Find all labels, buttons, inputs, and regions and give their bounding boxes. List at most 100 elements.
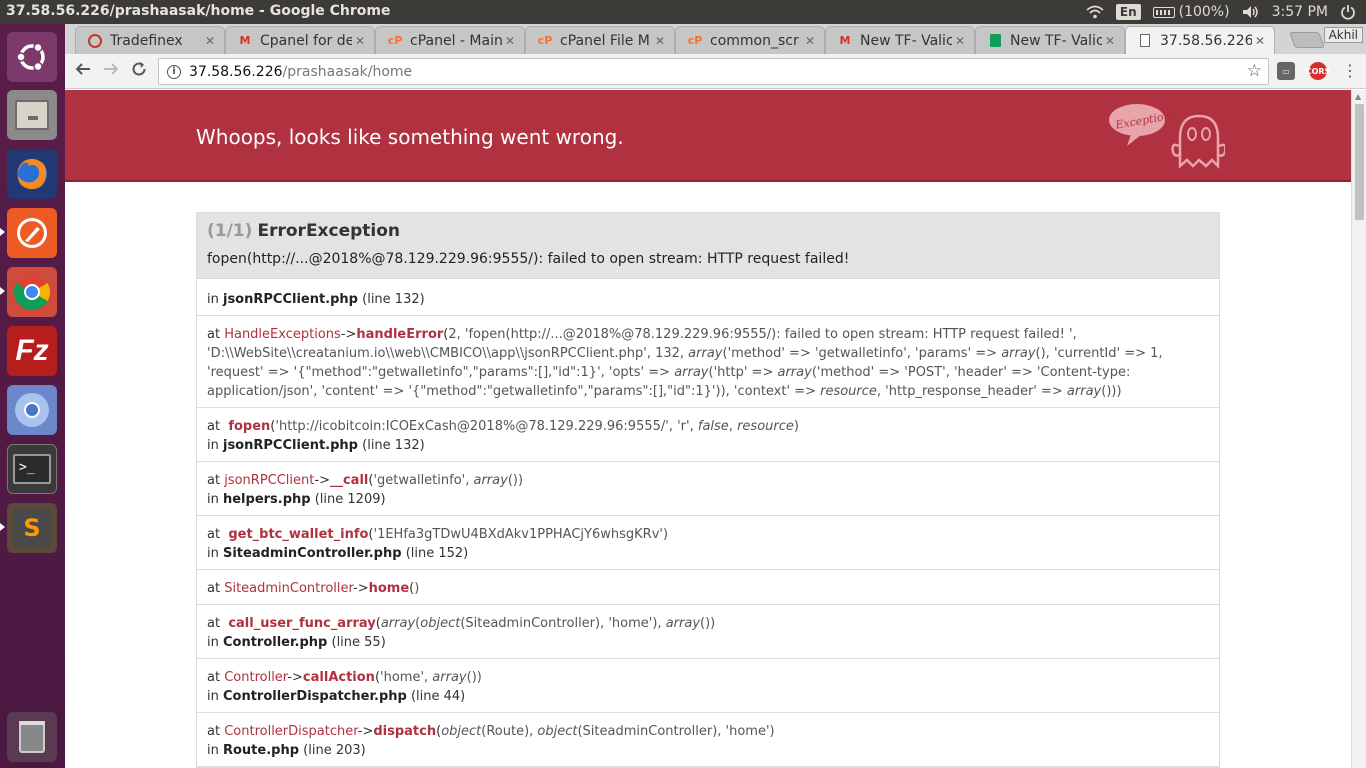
close-icon[interactable]: ✕ [502, 34, 518, 48]
close-icon[interactable]: ✕ [802, 34, 818, 48]
stack-frame: at fopen('http://icobitcoin:ICOExCash@20… [197, 408, 1219, 462]
stack-frame: at Controller->callAction('home', array(… [197, 659, 1219, 713]
sheets-icon [988, 34, 1002, 48]
tab[interactable]: Tradefinex ✕ [75, 26, 225, 54]
unity-launcher: Fz >_ S [0, 24, 65, 768]
stack-frame: in jsonRPCClient.php (line 132) [197, 279, 1219, 316]
close-icon[interactable]: ✕ [202, 34, 218, 48]
firefox-icon[interactable] [7, 149, 57, 199]
frame-args: ) [414, 581, 420, 596]
tab[interactable]: M Cpanel for de ✕ [225, 26, 375, 54]
battery-indicator[interactable]: (100%) [1152, 4, 1230, 20]
bookmark-star-icon[interactable]: ☆ [1247, 61, 1262, 81]
frame-file: jsonRPCClient.php [222, 292, 358, 307]
gmail-icon: M [239, 34, 251, 47]
frame-class: ControllerDispatcher [224, 724, 358, 739]
close-icon[interactable]: ✕ [652, 34, 668, 48]
page-scrollbar[interactable]: ▲ [1351, 90, 1366, 768]
error-heading: Whoops, looks like something went wrong. [196, 125, 624, 149]
frame-file: ControllerDispatcher.php [222, 689, 407, 704]
scroll-up-icon[interactable]: ▲ [1355, 92, 1361, 101]
new-tab-button[interactable] [1289, 32, 1325, 48]
page-icon [1138, 34, 1152, 48]
frame-args: 'home', array()) [380, 670, 482, 685]
close-icon[interactable]: ✕ [1102, 34, 1118, 48]
chromium-icon[interactable] [7, 385, 57, 435]
frame-file: jsonRPCClient.php [222, 438, 358, 453]
forward-button[interactable] [100, 60, 122, 82]
frame-function: dispatch [373, 724, 437, 739]
cpanel-icon: cP [537, 34, 553, 47]
extension-icon[interactable]: ▭ [1277, 62, 1295, 80]
exception-count: (1/1) [207, 221, 253, 241]
frame-args: 'getwalletinfo', array()) [373, 473, 524, 488]
wifi-icon[interactable] [1086, 5, 1104, 19]
exception-body: (1/1) ErrorException fopen(http://...@20… [65, 182, 1351, 768]
ubuntu-dash-icon[interactable] [7, 32, 57, 82]
tab-active[interactable]: 37.58.56.226/ ✕ [1125, 26, 1275, 54]
tab[interactable]: cP common_scr ✕ [675, 26, 825, 54]
frame-line: (line 132) [362, 438, 425, 453]
stack-frame: at get_btc_wallet_info('1EHfa3gTDwU4BXdA… [197, 516, 1219, 570]
cpanel-icon: cP [387, 34, 403, 47]
frame-line: (line 55) [331, 635, 386, 650]
frame-class: HandleExceptions [224, 327, 341, 342]
exception-class: ErrorException [257, 221, 401, 241]
info-icon[interactable]: i [167, 64, 181, 79]
menu-icon[interactable]: ⋮ [1339, 60, 1361, 82]
tab[interactable]: New TF- Valic ✕ [975, 26, 1125, 54]
tab[interactable]: M New TF- Valic ✕ [825, 26, 975, 54]
power-icon[interactable] [1340, 4, 1356, 20]
stack-frame: at HandleExceptions->handleError(2, 'fop… [197, 316, 1219, 408]
reload-button[interactable] [128, 60, 150, 82]
window-title: 37.58.56.226/prashaasak/home - Google Ch… [6, 3, 391, 19]
exception-message: fopen(http://...@2018%@78.129.229.96:955… [207, 251, 850, 267]
volume-icon[interactable] [1242, 5, 1260, 19]
url-path: /prashaasak/home [282, 63, 413, 80]
frame-args: 'http://icobitcoin:ICOExCash@2018%@78.12… [275, 419, 799, 434]
scrollbar-thumb[interactable] [1355, 104, 1364, 220]
close-icon[interactable]: ✕ [952, 34, 968, 48]
postman-icon[interactable] [0, 208, 57, 258]
keyboard-language-indicator[interactable]: En [1115, 4, 1141, 20]
exception-box: (1/1) ErrorException fopen(http://...@20… [196, 212, 1220, 768]
chrome-icon[interactable] [0, 267, 57, 317]
close-icon[interactable]: ✕ [1252, 34, 1268, 48]
tab[interactable]: cP cPanel - Main ✕ [375, 26, 525, 54]
files-icon[interactable] [7, 90, 57, 140]
battery-percent: (100%) [1178, 4, 1230, 20]
cors-extension-icon[interactable]: CORS [1306, 62, 1330, 80]
exception-ghost-icon: Exception! [1109, 104, 1225, 170]
frame-function: callAction [302, 670, 375, 685]
frame-function: fopen [228, 419, 271, 434]
tab-strip: Tradefinex ✕ M Cpanel for de ✕ cP cPanel… [65, 24, 1366, 54]
frame-class: Controller [224, 670, 288, 685]
stack-frame: at SiteadminController->home() [197, 570, 1219, 605]
back-arrow-icon [75, 63, 90, 75]
sublime-text-icon[interactable]: S [0, 503, 57, 553]
frame-function: handleError [356, 327, 444, 342]
trash-icon[interactable] [7, 712, 57, 762]
close-icon[interactable]: ✕ [352, 34, 368, 48]
frame-line: (line 44) [410, 689, 466, 704]
address-bar[interactable]: i 37.58.56.226/prashaasak/home ☆ [158, 58, 1269, 85]
stack-frame: at call_user_func_array(array(object(Sit… [197, 605, 1219, 659]
profile-button[interactable]: Akhil [1323, 27, 1363, 43]
frame-args: array(object(SiteadminController), 'home… [380, 616, 716, 631]
frame-args: '1EHfa3gTDwU4BXdAkv1PPHACjY6whsgKRv') [373, 527, 669, 542]
frame-class: jsonRPCClient [224, 473, 315, 488]
frame-line: (line 132) [362, 292, 425, 307]
url-host: 37.58.56.226 [189, 63, 283, 80]
browser-toolbar: i 37.58.56.226/prashaasak/home ☆ ▭ CORS … [65, 54, 1366, 89]
tab[interactable]: cP cPanel File M ✕ [525, 26, 675, 54]
clock[interactable]: 3:57 PM [1272, 4, 1328, 20]
page-viewport: Whoops, looks like something went wrong.… [65, 90, 1351, 768]
frame-line: (line 1209) [314, 492, 386, 507]
terminal-icon[interactable]: >_ [7, 444, 57, 494]
exception-title: (1/1) ErrorException fopen(http://...@20… [197, 213, 1219, 279]
exception-header: Whoops, looks like something went wrong.… [65, 90, 1351, 182]
filezilla-icon[interactable]: Fz [7, 326, 57, 376]
stack-frame: at ControllerDispatcher->dispatch(object… [197, 713, 1219, 767]
reload-icon [132, 62, 146, 76]
back-button[interactable] [72, 60, 94, 82]
